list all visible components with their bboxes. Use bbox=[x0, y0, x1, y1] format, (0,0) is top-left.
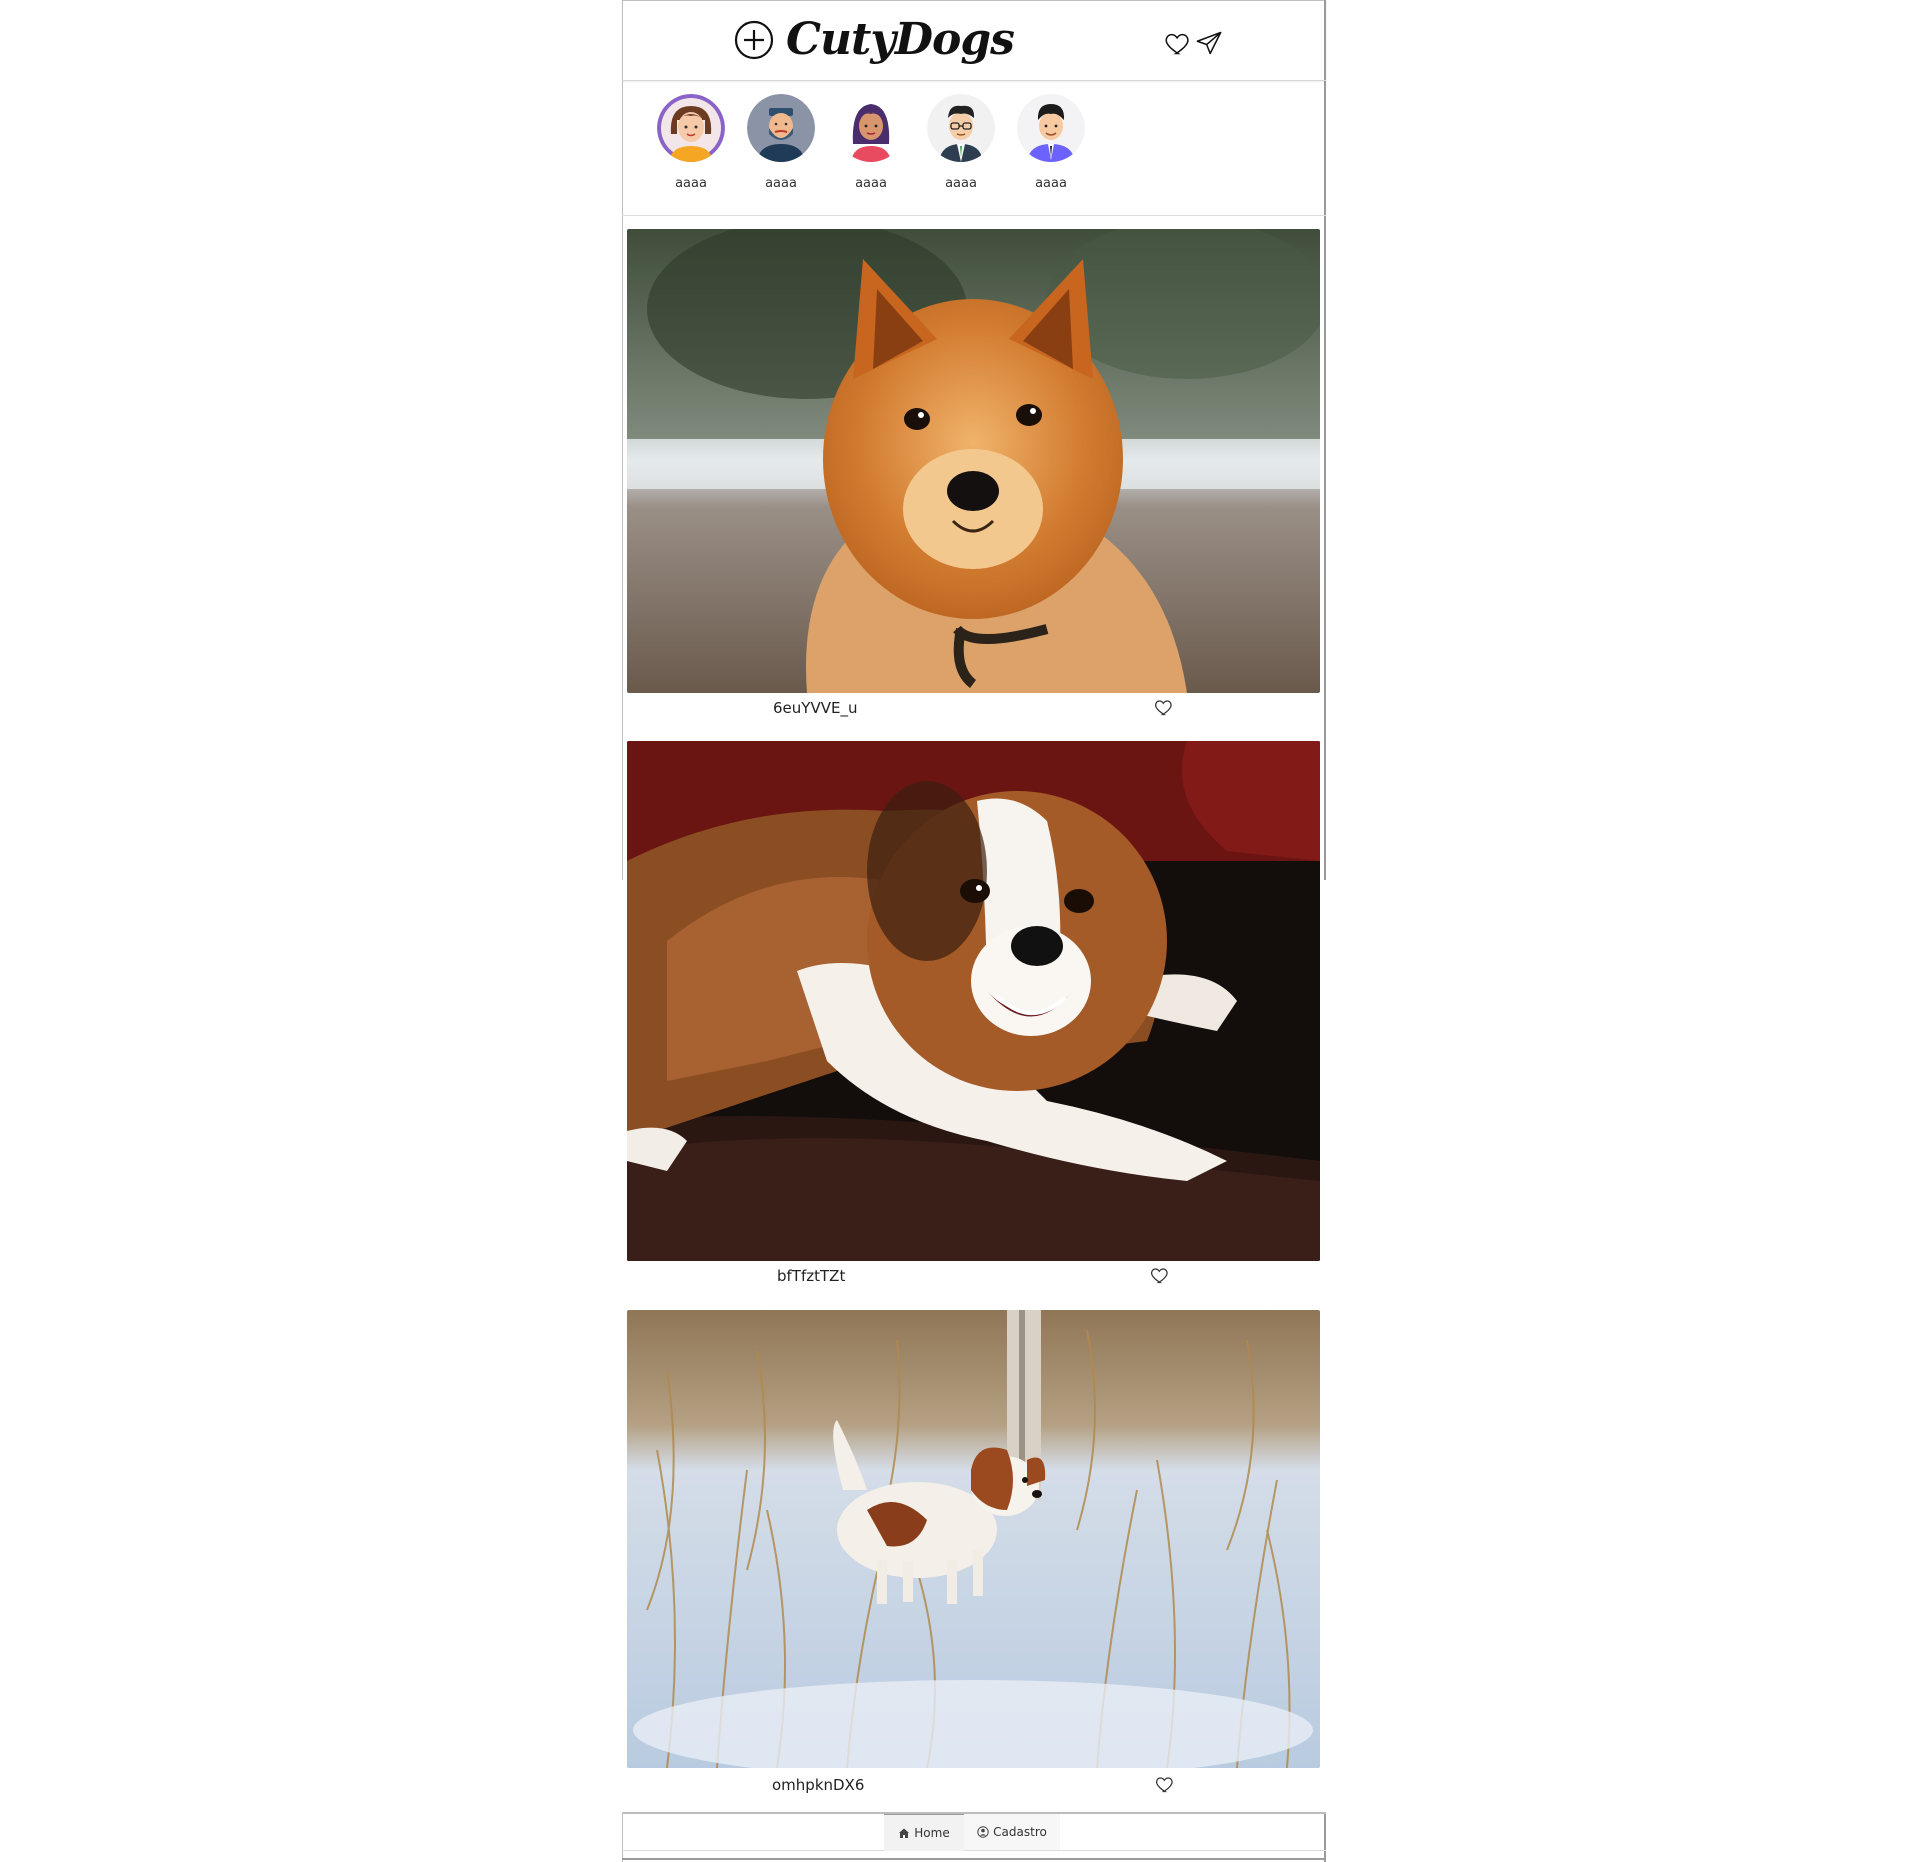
bearded-man-avatar-icon bbox=[747, 94, 815, 162]
post-image[interactable] bbox=[627, 1310, 1320, 1768]
bottom-navigation: Home Cadastro bbox=[622, 1812, 1326, 1862]
story-item[interactable]: aaaa bbox=[826, 94, 916, 192]
story-username: aaaa bbox=[945, 176, 977, 191]
dog-photo bbox=[627, 741, 1320, 1261]
dog-photo bbox=[627, 229, 1320, 693]
story-username: aaaa bbox=[675, 176, 707, 191]
post-username[interactable]: 6euYVVE_u bbox=[773, 699, 857, 717]
story-username: aaaa bbox=[855, 176, 887, 191]
story-username: aaaa bbox=[1035, 176, 1067, 191]
like-button[interactable] bbox=[1155, 1774, 1175, 1794]
tab-home[interactable]: Home bbox=[884, 1814, 964, 1851]
woman-avatar-icon bbox=[837, 94, 905, 162]
paper-plane-icon bbox=[1196, 31, 1222, 55]
tab-home-label: Home bbox=[914, 1826, 950, 1840]
man-avatar-icon bbox=[1017, 94, 1085, 162]
post-image[interactable] bbox=[627, 741, 1320, 1261]
heart-outline-icon bbox=[1151, 1268, 1168, 1284]
story-item[interactable]: aaaa bbox=[916, 94, 1006, 192]
man-glasses-avatar-icon bbox=[927, 94, 995, 162]
app-header: CutyDogs bbox=[622, 0, 1326, 81]
tab-cadastro[interactable]: Cadastro bbox=[964, 1814, 1060, 1850]
add-post-button[interactable] bbox=[734, 20, 774, 60]
brand-logo[interactable]: CutyDogs bbox=[786, 10, 1015, 70]
activity-button[interactable] bbox=[1164, 29, 1192, 57]
nav-left-border bbox=[622, 1814, 623, 1862]
post-image[interactable] bbox=[627, 229, 1320, 693]
story-item[interactable]: aaaa bbox=[1006, 94, 1096, 192]
heart-outline-icon bbox=[1156, 1777, 1173, 1793]
app-frame: CutyDogs aaaa aaaa aaaa aaaa aaaa 6euYVV… bbox=[622, 0, 1326, 1862]
tab-cadastro-label: Cadastro bbox=[993, 1825, 1047, 1839]
story-item[interactable]: aaaa bbox=[736, 94, 826, 192]
user-circle-icon bbox=[977, 1826, 989, 1838]
nav-divider bbox=[622, 1850, 1326, 1851]
home-icon bbox=[899, 1828, 910, 1838]
post-username[interactable]: bfTfztTZt bbox=[777, 1267, 845, 1285]
like-button[interactable] bbox=[1150, 1265, 1170, 1285]
dog-photo bbox=[627, 1310, 1320, 1768]
story-item[interactable]: aaaa bbox=[646, 94, 736, 192]
stories-bar: aaaa aaaa aaaa aaaa aaaa bbox=[622, 81, 1326, 216]
nav-right-border bbox=[1324, 1814, 1326, 1862]
heart-outline-icon bbox=[1165, 33, 1189, 55]
like-button[interactable] bbox=[1154, 697, 1174, 717]
heart-outline-icon bbox=[1155, 700, 1172, 716]
post-username[interactable]: omhpknDX6 bbox=[772, 1776, 864, 1794]
plus-circle-icon bbox=[734, 20, 774, 60]
direct-message-button[interactable] bbox=[1195, 29, 1223, 57]
woman-avatar-icon bbox=[657, 94, 725, 162]
story-username: aaaa bbox=[765, 176, 797, 191]
